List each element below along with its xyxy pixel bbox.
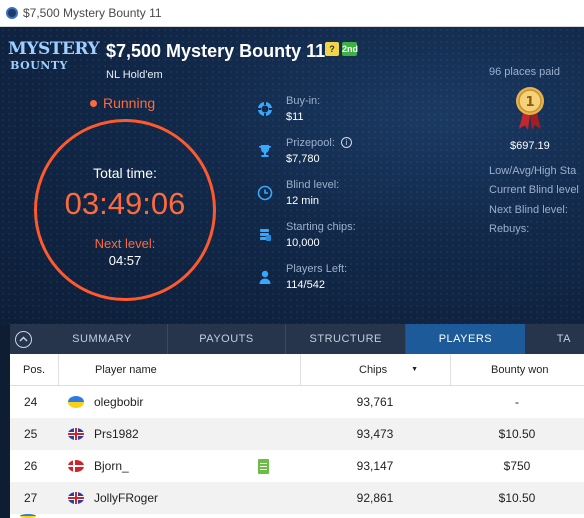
chip-stack-icon	[256, 226, 274, 244]
tournament-title: $7,500 Mystery Bounty 11	[106, 41, 326, 61]
row-player-name: JollyFRoger	[94, 491, 159, 505]
row-chips: 92,861	[356, 491, 394, 505]
tab-payouts[interactable]: PAYOUTS	[168, 324, 287, 354]
row-player-name: Bjorn_	[94, 459, 129, 473]
buyin-label: Buy-in:	[286, 95, 321, 107]
tab-structure[interactable]: STRUCTURE	[286, 324, 407, 354]
row-bounty: $750	[503, 459, 531, 473]
chip-icon	[256, 100, 274, 118]
table-row[interactable]: 25 Prs1982 93,473 $10.50	[10, 418, 584, 450]
person-icon	[256, 268, 274, 286]
players-left-label: Players Left:	[286, 263, 348, 275]
col-pos-header[interactable]: Pos.	[10, 354, 58, 385]
col-chips-label: Chips	[359, 363, 388, 376]
col-chips-header[interactable]: Chips ▼	[300, 354, 450, 385]
mystery-badge: ?	[325, 42, 339, 56]
row-bounty: $10.50	[498, 427, 536, 441]
row-player-name: olegbobir	[94, 395, 144, 409]
tab-tables[interactable]: TA	[525, 324, 584, 354]
partial-flag-icon	[20, 514, 36, 518]
logo-line1: MYSTERY	[8, 39, 100, 59]
total-time-value: 03:49:06	[64, 186, 186, 221]
total-time-label: Total time:	[93, 165, 157, 181]
uk-flag-icon	[68, 428, 84, 440]
next-level-label: Next level:	[94, 236, 156, 251]
app-icon	[6, 7, 18, 19]
rebuys-label: Rebuys:	[489, 223, 530, 235]
col-name-header[interactable]: Player name	[58, 354, 300, 385]
chevron-up-icon	[15, 330, 33, 348]
clock-icon	[256, 184, 274, 202]
uk-flag-icon	[68, 492, 84, 504]
status-indicator: Running	[90, 95, 155, 111]
row-pos: 27	[24, 491, 38, 505]
tournament-clock: Total time: 03:49:06 Next level: 04:57	[34, 119, 216, 301]
col-bounty-header[interactable]: Bounty won	[450, 354, 584, 385]
blind-level-value: 12 min	[286, 195, 320, 207]
player-note-icon[interactable]	[258, 459, 269, 474]
places-paid: 96 places paid	[489, 66, 560, 78]
sort-desc-icon: ▼	[411, 366, 419, 373]
tab-players[interactable]: PLAYERS	[406, 324, 525, 354]
row-chips: 93,147	[356, 459, 394, 473]
info-icon[interactable]: i	[340, 137, 352, 148]
prizepool-label: Prizepool: i	[286, 137, 352, 149]
first-place-medal-icon: 1	[514, 85, 546, 136]
table-row[interactable]: 27 JollyFRoger 92,861 $10.50	[10, 482, 584, 514]
buyin-value: $11	[286, 111, 304, 123]
prizepool-value: $7,780	[286, 153, 320, 165]
medal-number: 1	[525, 95, 534, 110]
tournament-header: MYSTERY BOUNTY $7,500 Mystery Bounty 11 …	[0, 27, 584, 324]
players-table-header: Pos. Player name Chips ▼ Bounty won	[10, 354, 584, 386]
ukraine-flag-icon	[68, 396, 84, 408]
first-prize-value: $697.19	[510, 140, 550, 152]
collapse-button[interactable]	[10, 324, 37, 354]
stat-players-left: Players Left: 114/542	[256, 263, 347, 291]
prizepool-label-text: Prizepool:	[286, 137, 335, 149]
current-blind-label: Current Blind level	[489, 184, 579, 196]
mystery-bounty-logo: MYSTERY BOUNTY	[8, 39, 100, 72]
status-text: Running	[103, 95, 156, 111]
row-pos: 24	[24, 395, 38, 409]
row-pos: 26	[24, 459, 38, 473]
game-type: NL Hold'em	[106, 69, 163, 81]
second-chance-badge: 2nd	[342, 42, 359, 56]
table-row[interactable]: 26 Bjorn_ 93,147 $750	[10, 450, 584, 482]
players-table-body: 24 olegbobir 93,761 - 25 Prs1982 93,473 …	[10, 386, 584, 518]
starting-chips-label: Starting chips:	[286, 221, 356, 233]
window-titlebar: $7,500 Mystery Bounty 11	[0, 0, 584, 27]
next-blind-label: Next Blind level:	[489, 204, 568, 216]
row-bounty: -	[515, 395, 519, 409]
next-level-value: 04:57	[108, 253, 142, 268]
starting-chips-value: 10,000	[286, 237, 320, 249]
lobby-tabs: SUMMARY PAYOUTS STRUCTURE PLAYERS TA	[10, 324, 584, 354]
logo-line2: BOUNTY	[10, 59, 68, 72]
table-row[interactable]: 24 olegbobir 93,761 -	[10, 386, 584, 418]
stat-blind-level: Blind level: 12 min	[256, 179, 339, 207]
stat-buyin: Buy-in: $11	[256, 95, 320, 123]
row-chips: 93,473	[356, 427, 394, 441]
status-dot-icon	[90, 99, 97, 107]
players-left-value: 114/542	[286, 279, 325, 291]
row-pos: 25	[24, 427, 38, 441]
trophy-icon	[256, 142, 274, 160]
denmark-flag-icon	[68, 460, 84, 472]
row-player-name: Prs1982	[94, 427, 139, 441]
blind-level-label: Blind level:	[286, 179, 340, 191]
row-chips: 93,761	[356, 395, 394, 409]
table-row-partial	[10, 514, 584, 518]
stack-sizes-label: Low/Avg/High Sta	[489, 165, 577, 177]
stat-prizepool: Prizepool: i $7,780	[256, 137, 352, 165]
tab-summary[interactable]: SUMMARY	[37, 324, 168, 354]
row-bounty: $10.50	[498, 491, 536, 505]
stat-starting-chips: Starting chips: 10,000	[256, 221, 356, 249]
window-title: $7,500 Mystery Bounty 11	[23, 6, 162, 20]
